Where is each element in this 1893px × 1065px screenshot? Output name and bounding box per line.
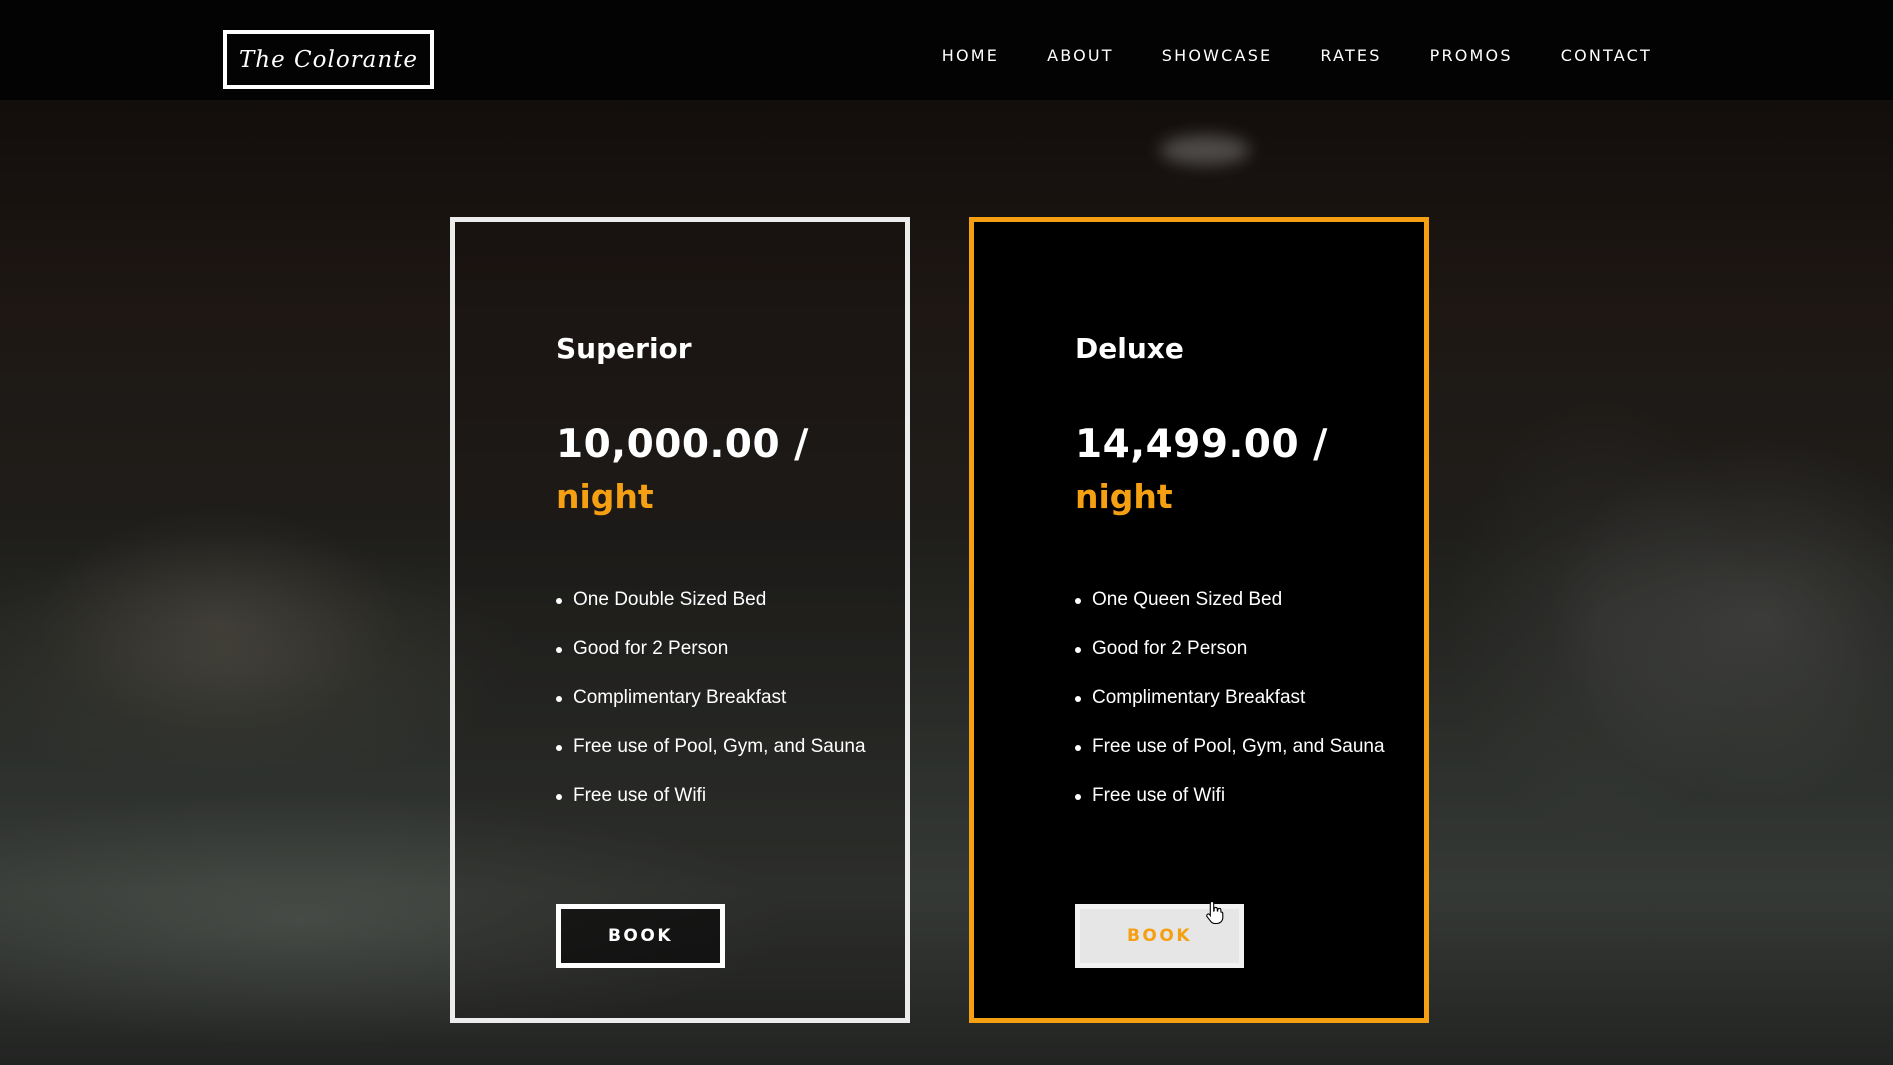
feature-list: One Double Sized Bed Good for 2 Person C… xyxy=(556,588,873,833)
rate-title: Superior xyxy=(556,332,692,365)
nav-item-about[interactable]: ABOUT xyxy=(1047,46,1114,65)
feature-item: Free use of Pool, Gym, and Sauna xyxy=(1075,735,1392,759)
nav-item-showcase[interactable]: SHOWCASE xyxy=(1162,46,1273,65)
nav-item-rates[interactable]: RATES xyxy=(1320,46,1381,65)
nav-item-contact[interactable]: CONTACT xyxy=(1561,46,1652,65)
feature-item: Good for 2 Person xyxy=(1075,637,1392,661)
rate-price: 10,000.00 / xyxy=(556,422,809,467)
nav-item-home[interactable]: HOME xyxy=(942,46,999,65)
book-button-superior[interactable]: BOOK xyxy=(556,904,725,968)
main-nav: HOME ABOUT SHOWCASE RATES PROMOS CONTACT xyxy=(894,46,1652,65)
navbar: The Colorante HOME ABOUT SHOWCASE RATES … xyxy=(0,0,1893,100)
rate-unit: night xyxy=(1075,477,1173,516)
feature-item: Good for 2 Person xyxy=(556,637,873,661)
feature-list: One Queen Sized Bed Good for 2 Person Co… xyxy=(1075,588,1392,833)
feature-item: Free use of Wifi xyxy=(1075,784,1392,808)
rate-card-superior: Superior 10,000.00 / night One Double Si… xyxy=(450,217,910,1023)
feature-item: Complimentary Breakfast xyxy=(556,686,873,710)
site-logo[interactable]: The Colorante xyxy=(223,30,434,89)
rate-title: Deluxe xyxy=(1075,332,1184,365)
feature-item: Free use of Pool, Gym, and Sauna xyxy=(556,735,873,759)
rate-price: 14,499.00 / xyxy=(1075,422,1328,467)
feature-item: Free use of Wifi xyxy=(556,784,873,808)
rate-unit: night xyxy=(556,477,654,516)
feature-item: One Queen Sized Bed xyxy=(1075,588,1392,612)
rates-page: The Colorante HOME ABOUT SHOWCASE RATES … xyxy=(0,0,1893,1065)
logo-text: The Colorante xyxy=(238,46,419,73)
feature-item: One Double Sized Bed xyxy=(556,588,873,612)
rate-card-deluxe: Deluxe 14,499.00 / night One Queen Sized… xyxy=(969,217,1429,1023)
nav-item-promos[interactable]: PROMOS xyxy=(1430,46,1513,65)
hand-pointer-icon xyxy=(1206,900,1224,924)
background-image xyxy=(0,100,1893,1065)
feature-item: Complimentary Breakfast xyxy=(1075,686,1392,710)
